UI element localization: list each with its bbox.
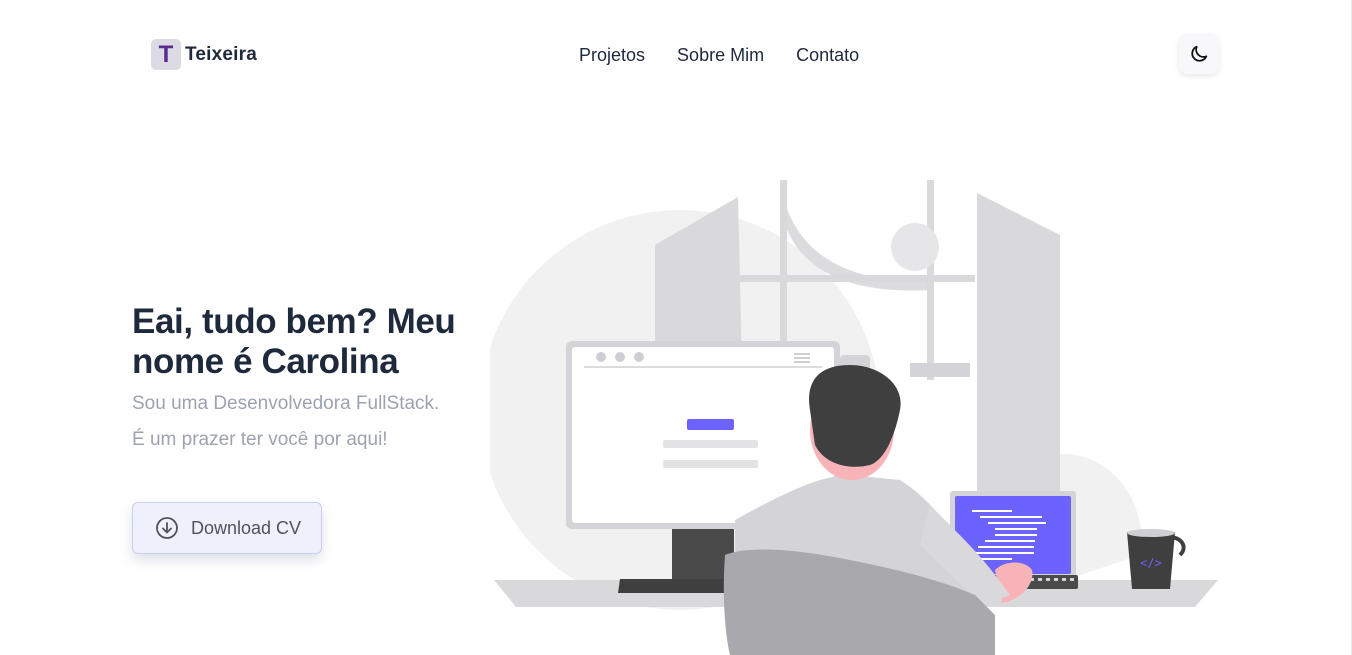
download-circle-icon xyxy=(156,517,178,539)
mug-code-symbol: </> xyxy=(1140,556,1162,570)
moon-icon xyxy=(1191,45,1208,62)
developer-illustration: </> xyxy=(490,180,1218,655)
theme-toggle-button[interactable] xyxy=(1179,34,1219,74)
nav-link-sobre-mim[interactable]: Sobre Mim xyxy=(677,45,764,66)
brand-name: Teixeira xyxy=(185,43,258,65)
nav-link-projetos[interactable]: Projetos xyxy=(579,45,645,66)
hero-subtitle-greeting: É um prazer ter você por aqui! xyxy=(132,429,388,450)
hero-title: Eai, tudo bem? Meu nome é Carolina xyxy=(132,302,456,381)
download-cv-button[interactable]: Download CV xyxy=(132,502,322,554)
main-nav: Projetos Sobre Mim Contato xyxy=(579,45,859,66)
logo-mark: T xyxy=(151,39,181,70)
download-cv-label: Download CV xyxy=(191,517,302,538)
hero-subtitle-role: Sou uma Desenvolvedora FullStack. xyxy=(132,393,440,414)
brand-logo[interactable]: T Teixeira xyxy=(151,39,257,70)
nav-link-contato[interactable]: Contato xyxy=(796,45,859,66)
